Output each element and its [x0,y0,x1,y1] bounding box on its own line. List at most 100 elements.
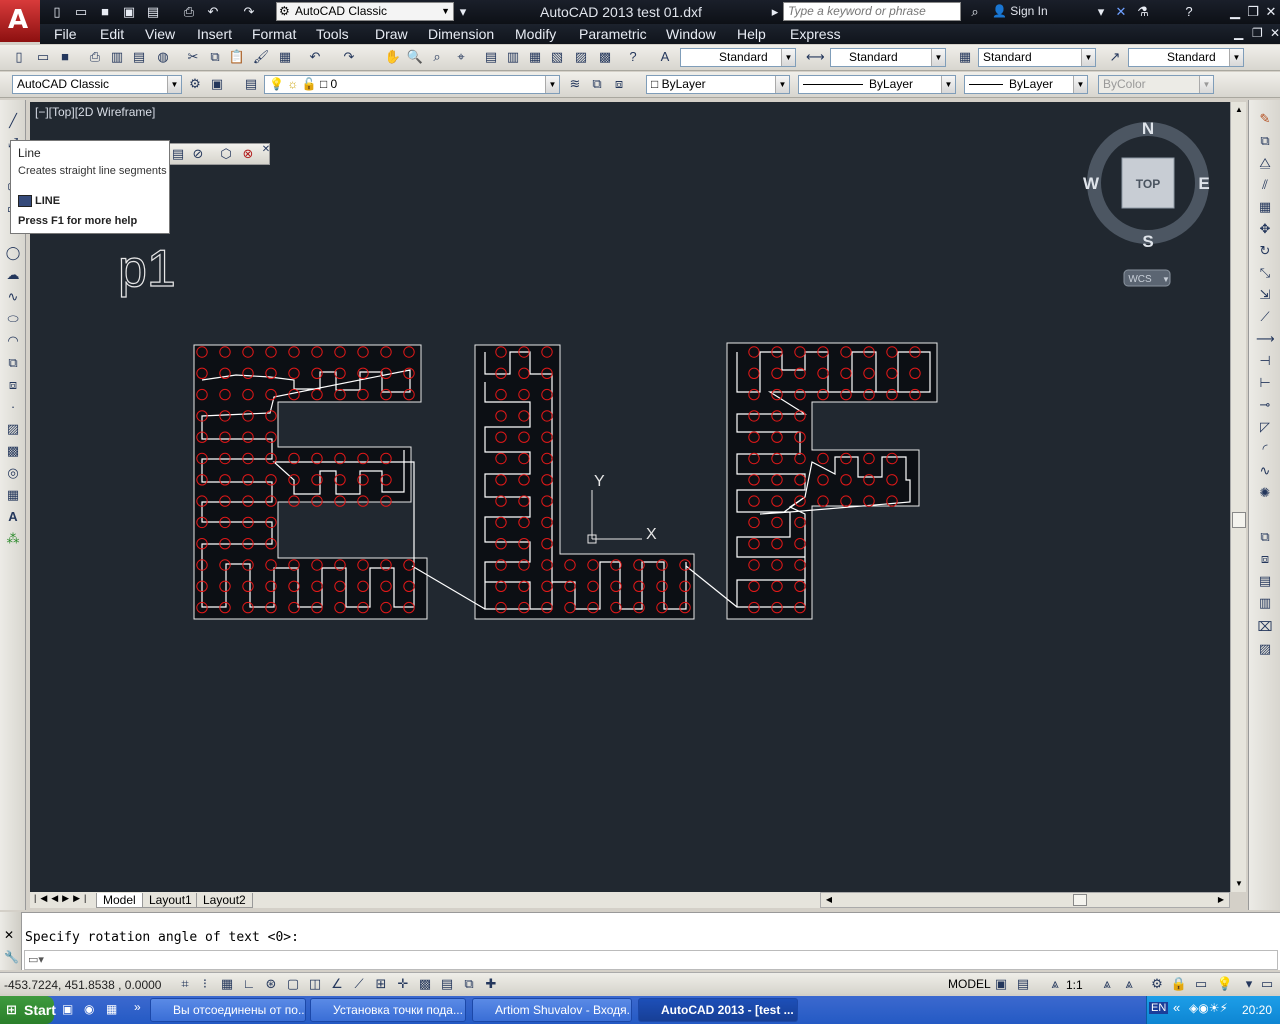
user-icon[interactable] [974,3,988,21]
annotation-scale-icon[interactable]: ⩓ [1046,975,1064,993]
letter-l-shape[interactable] [474,344,695,620]
zoom-realtime-icon[interactable]: 🔍 [406,48,424,66]
bring-above-icon[interactable]: ▤ [1256,572,1274,590]
show-desktop-icon[interactable]: ▣ [62,1002,73,1016]
menu-edit[interactable]: Edit [100,26,124,42]
cut-icon[interactable]: ✂ [184,48,202,66]
coordinate-display[interactable]: -453.7224, 451.8538 , 0.0000 [4,978,161,992]
table-icon[interactable]: ▦ [4,486,22,504]
join-icon[interactable]: ⊸ [1256,396,1274,414]
undo-icon[interactable]: ↶ [204,3,222,21]
restore-icon[interactable]: ❐ [1244,3,1262,20]
table-style-icon[interactable]: ▦ [956,48,974,66]
object-snap-tracking-icon[interactable]: ∠ [328,975,346,993]
text-style-select[interactable]: Standard ▼ [680,48,796,67]
quicklaunch-more-icon[interactable]: » [134,1000,141,1014]
insert-block-icon[interactable]: ⧉ [4,354,22,372]
stretch-icon[interactable]: ⇲ [1256,286,1274,304]
dynamic-ucs-icon[interactable]: ⟋ [350,975,368,993]
tray-icons[interactable]: ◈◉☀⚡ [1189,1001,1228,1015]
search-expand-icon[interactable]: ▸ [766,3,784,21]
annotation-visibility-icon[interactable]: ⩓ [1098,975,1116,993]
search-input[interactable]: Type a keyword or phrase [783,2,961,21]
auto-scale-icon[interactable]: ⩓ [1120,975,1138,993]
scroll-down-icon[interactable]: ▼ [1232,877,1246,891]
tool-palettes-icon[interactable]: ▦ [526,48,544,66]
break-icon[interactable]: ⊢ [1256,374,1274,392]
save-icon[interactable]: ■ [56,48,74,66]
open-icon[interactable]: ▭ [72,3,90,21]
draw-order-front-icon[interactable]: ⧉ [1256,528,1274,546]
multileader-style-select[interactable]: Standard ▼ [1128,48,1244,67]
compass-south[interactable]: S [1142,232,1153,251]
plot-preview-icon[interactable]: ▥ [108,48,126,66]
doc-restore-icon[interactable]: ❐ [1252,26,1263,40]
hardware-acceleration-icon[interactable]: ▭ [1192,975,1210,993]
chevron-down-icon[interactable]: ▾ [1092,3,1110,21]
workspace-settings-icon[interactable]: ▣ [208,75,226,93]
move-icon[interactable]: ✥ [1256,220,1274,238]
layer-select[interactable]: 💡 ☼ 🔓 □ 0 ▼ [264,75,560,94]
trim-icon[interactable]: ⟋ [1256,308,1274,326]
multileader-style-icon[interactable]: ↗ [1106,48,1124,66]
calculator-icon[interactable]: ▩ [596,48,614,66]
zoom-window-icon[interactable]: ⌕ [428,48,446,66]
redo-icon[interactable]: ↷ [240,3,258,21]
scale-icon[interactable]: ⤡ [1256,264,1274,282]
array-icon[interactable]: ▦ [1256,198,1274,216]
pan-icon[interactable]: ✋ [384,48,402,66]
markup-icon[interactable]: ▨ [572,48,590,66]
cube-icon[interactable]: ⬡ [217,145,235,163]
vertical-scrollbar[interactable]: ▲ ▼ [1230,102,1246,892]
color-select[interactable]: □ ByLayer ▼ [646,75,790,94]
quick-view-drawings-icon[interactable]: ▤ [1014,975,1032,993]
gear-icon[interactable]: ⚙ [1148,975,1166,993]
menu-window[interactable]: Window [666,26,716,42]
polar-tracking-icon[interactable]: ⊛ [262,975,280,993]
dim-style-icon[interactable]: ⟷ [806,48,825,66]
scroll-right-icon[interactable]: ▶ [1214,893,1228,907]
taskbar-item-1[interactable]: Вы отсоединены от по... [150,998,306,1022]
hatch-icon[interactable]: ▨ [4,420,22,438]
circle-icon[interactable]: ◯ [4,244,22,262]
dynamic-input-icon[interactable]: ⊞ [372,975,390,993]
table-style-select[interactable]: Standard ▼ [978,48,1096,67]
offset-icon[interactable]: ⫽ [1256,176,1274,194]
add-selected-icon[interactable]: ⁂ [4,530,22,548]
make-block-icon[interactable]: ⧈ [4,376,22,394]
taskbar-item-autocad[interactable]: AutoCAD 2013 - [test ... [638,998,798,1022]
text-style-icon[interactable]: A [656,48,674,66]
menu-view[interactable]: View [145,26,175,42]
erase-icon[interactable]: ✎ [1256,110,1274,128]
drawing-canvas[interactable]: [−][Top][2D Wireframe] p1 Y X TOP N S E … [30,102,1230,892]
infer-constraints-icon[interactable]: ⌗ [176,975,194,993]
delete-icon[interactable]: ⊗ [239,145,257,163]
no-entry-icon[interactable]: ⊘ [189,145,207,163]
sheet-set-icon[interactable]: ▧ [548,48,566,66]
new-icon[interactable]: ▯ [48,3,66,21]
grid-display-icon[interactable]: ▦ [218,975,236,993]
toolbar-lock-icon[interactable]: 🔒 [1170,975,1188,993]
model-space-toggle[interactable]: MODEL [948,977,991,991]
workspace-toolbar-select[interactable]: AutoCAD Classic ▼ [12,75,182,94]
selection-cycling-icon[interactable]: ⧉ [460,975,478,993]
explode-icon[interactable]: ✺ [1256,484,1274,502]
layer-properties-icon[interactable]: ▤ [242,75,260,93]
publish-icon[interactable]: ▤ [144,3,162,21]
linetype-select[interactable]: ByLayer ▼ [798,75,956,94]
vertical-scroll-thumb[interactable] [1232,512,1246,528]
dim-style-select[interactable]: Standard ▼ [830,48,946,67]
workspace-select[interactable]: ⚙ AutoCAD Classic ▼ [276,2,454,21]
region-icon[interactable]: ◎ [4,464,22,482]
ortho-mode-icon[interactable]: ∟ [240,975,258,993]
app-menu-button[interactable]: A [0,0,40,42]
revision-cloud-icon[interactable]: ☁ [4,266,22,284]
stay-connected-icon[interactable]: ⚗ [1134,3,1152,21]
quick-properties-icon[interactable]: ▤ [438,975,456,993]
menu-file[interactable]: File [54,26,77,42]
transparency-icon[interactable]: ▩ [416,975,434,993]
multiline-text-icon[interactable]: A [4,508,22,526]
scroll-left-icon[interactable]: ◀ [822,893,836,907]
rotate-icon[interactable]: ↻ [1256,242,1274,260]
new-icon[interactable]: ▯ [10,48,28,66]
